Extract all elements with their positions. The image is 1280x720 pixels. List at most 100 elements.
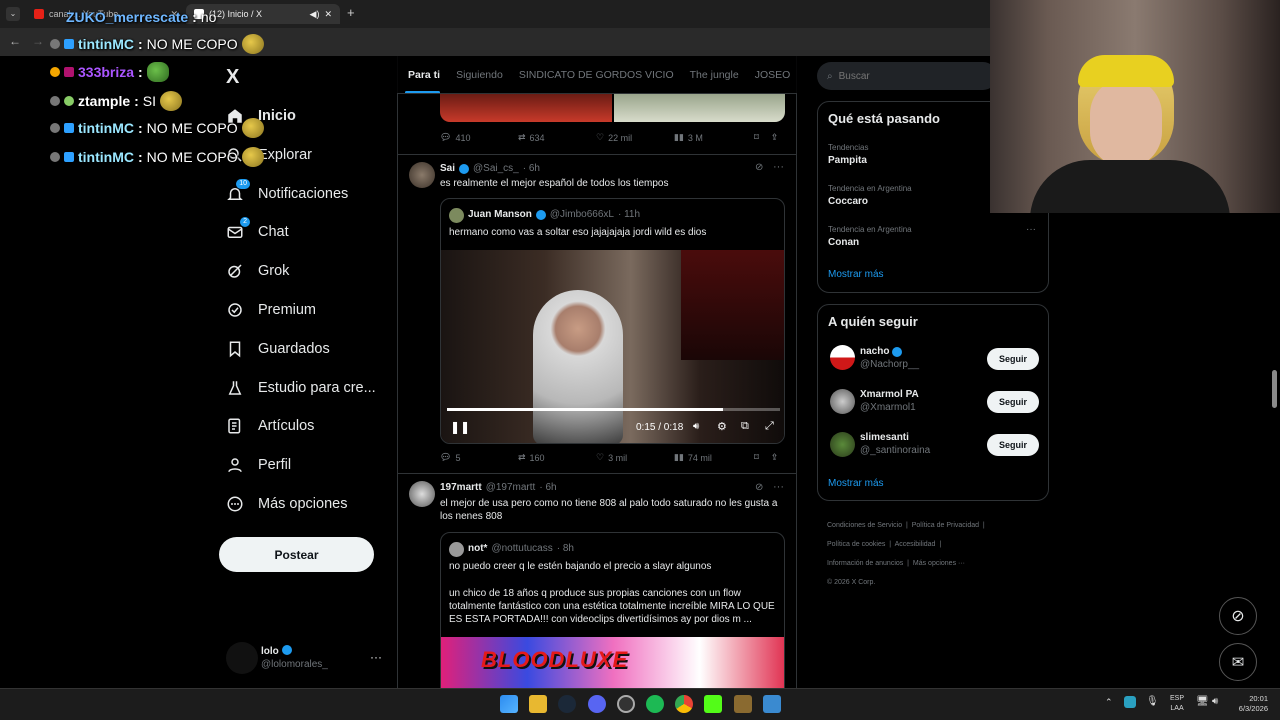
post-button[interactable]: Postear	[219, 537, 374, 572]
tab-joseo[interactable]: JOSEO	[747, 69, 797, 81]
search-box[interactable]: ⌕	[817, 62, 997, 90]
avatar[interactable]	[409, 481, 435, 507]
trend-item[interactable]: Tendencia en Argentina Coccaro	[828, 184, 912, 207]
tab-siguiendo[interactable]: Siguiendo	[448, 69, 511, 81]
views-button[interactable]: ▮▮ 3 M	[674, 132, 754, 143]
post-menu-icon[interactable]: ···	[773, 161, 784, 173]
quoted-post[interactable]: Juan Manson @Jimbo666xL · 11h hermano co…	[440, 198, 785, 444]
account-name[interactable]: lolo	[261, 645, 292, 657]
language-indicator[interactable]: ESP LAA	[1170, 694, 1184, 714]
tab-the-jungle[interactable]: The jungle	[682, 69, 747, 81]
tab-sindicato[interactable]: SINDICATO DE GORDOS VICIO	[511, 69, 682, 81]
follow-button[interactable]: Seguir	[987, 348, 1039, 370]
close-icon[interactable]: ✕	[324, 9, 332, 20]
share-button[interactable]: ⇪	[771, 132, 779, 143]
trend-menu-icon[interactable]: ···	[1026, 224, 1036, 235]
speaker-icon[interactable]: ◀)	[310, 9, 320, 20]
windows-start-icon[interactable]	[500, 695, 518, 713]
account-avatar[interactable]	[226, 642, 258, 674]
views-button[interactable]: ▮▮ 74 mil	[674, 452, 754, 463]
avatar[interactable]	[830, 345, 855, 370]
pause-button[interactable]: ❚❚	[450, 420, 470, 434]
messages-float-button[interactable]: ✉	[1219, 643, 1257, 681]
tray-app-icon[interactable]	[1124, 696, 1136, 708]
show-more-follow-link[interactable]: Mostrar más	[828, 478, 884, 489]
sidebar-item-mas-opciones[interactable]: Más opciones	[226, 490, 347, 518]
account-menu-icon[interactable]: ···	[370, 650, 382, 664]
like-button[interactable]: ♡ 22 mil	[596, 132, 674, 143]
sidebar-item-grok[interactable]: Grok	[226, 257, 289, 285]
volume-icon[interactable]: 🔊︎	[1212, 696, 1218, 707]
video-progress-track[interactable]	[447, 408, 780, 411]
follow-suggestion[interactable]: Xmarmol PA @Xmarmol1	[860, 389, 919, 413]
sidebar-item-notificaciones[interactable]: 10 Notificaciones	[226, 179, 348, 208]
settings-icon[interactable]: ⚙	[717, 420, 727, 433]
footer-link[interactable]: Política de Privacidad	[912, 522, 979, 529]
sidebar-item-perfil[interactable]: Perfil	[226, 451, 291, 479]
notepad-icon[interactable]	[763, 695, 781, 713]
clock[interactable]: 20:01 6/3/2026	[1236, 694, 1268, 714]
tab-list-chevron-icon[interactable]: ⌄	[6, 7, 20, 21]
grok-float-button[interactable]: ⊘	[1219, 597, 1257, 635]
sidebar-item-chat[interactable]: 2 Chat	[226, 217, 289, 246]
follow-button[interactable]: Seguir	[987, 434, 1039, 456]
footer-link[interactable]: Información de anuncios	[827, 560, 903, 567]
avatar[interactable]	[830, 432, 855, 457]
post-handle[interactable]: @Sai_cs_	[473, 163, 519, 174]
network-icon[interactable]: 🖥︎	[1196, 696, 1209, 707]
follow-suggestion[interactable]: nacho @Nachorp__	[860, 346, 919, 370]
follow-suggestion[interactable]: slimesanti @_santinoraina	[860, 432, 930, 456]
app-icon[interactable]	[734, 695, 752, 713]
pip-icon[interactable]: ⧉	[741, 420, 749, 433]
repost-button[interactable]: ⇄ 160	[518, 452, 596, 463]
trend-item[interactable]: Tendencias Pampita	[828, 143, 868, 166]
footer-link[interactable]: Accesibilidad	[895, 541, 936, 548]
sidebar-item-estudio[interactable]: Estudio para cre...	[226, 374, 376, 402]
search-input[interactable]	[838, 70, 979, 82]
fullscreen-icon[interactable]: ⤢	[765, 420, 774, 433]
file-explorer-icon[interactable]	[529, 695, 547, 713]
sidebar-item-articulos[interactable]: Artículos	[226, 412, 314, 440]
footer-link[interactable]: Más opciones ···	[913, 560, 965, 567]
steam-icon[interactable]	[558, 695, 576, 713]
grok-icon[interactable]: ⊘	[755, 482, 763, 493]
kick-icon[interactable]	[704, 695, 722, 713]
back-icon[interactable]: ←	[9, 34, 21, 48]
reply-button[interactable]: 💬︎ 5	[440, 452, 518, 463]
footer-link[interactable]: Condiciones de Servicio	[827, 522, 902, 529]
post-author[interactable]: 197martt	[440, 482, 482, 493]
microphone-icon[interactable]: 🎙︎	[1146, 696, 1159, 707]
spotify-icon[interactable]	[646, 695, 664, 713]
app-icon[interactable]	[617, 695, 635, 713]
x-logo[interactable]: X	[226, 66, 239, 89]
discord-icon[interactable]	[588, 695, 606, 713]
trend-item[interactable]: Tendencia en Argentina Conan	[828, 225, 912, 248]
chrome-icon[interactable]	[675, 695, 693, 713]
quoted-post[interactable]: not* @nottutucass · 8h no puedo creer q …	[440, 532, 785, 702]
like-button[interactable]: ♡ 3 mil	[596, 452, 674, 463]
show-more-trends-link[interactable]: Mostrar más	[828, 269, 884, 280]
tab-para-ti[interactable]: Para ti	[397, 69, 448, 93]
post-menu-icon[interactable]: ···	[773, 481, 784, 493]
follow-button[interactable]: Seguir	[987, 391, 1039, 413]
avatar[interactable]	[830, 389, 855, 414]
post-handle[interactable]: @197martt	[486, 482, 536, 493]
new-tab-button[interactable]: +	[347, 5, 355, 20]
footer-link[interactable]: Política de cookies	[827, 541, 885, 548]
scrollbar-thumb[interactable]	[1272, 370, 1277, 408]
reply-button[interactable]: 💬︎ 410	[440, 132, 518, 143]
tray-chevron-icon[interactable]: ⌃	[1105, 697, 1113, 708]
sidebar-item-guardados[interactable]: Guardados	[226, 335, 330, 363]
bookmark-button[interactable]: ⌑	[754, 132, 759, 143]
forward-icon[interactable]: →	[32, 34, 44, 48]
volume-icon[interactable]: 🔊︎	[693, 421, 699, 432]
video-player[interactable]: ❚❚ 0:15 / 0:18 🔊︎ ⚙ ⧉ ⤢	[441, 250, 784, 443]
post-media[interactable]	[440, 94, 785, 122]
post-author[interactable]: Sai	[440, 163, 455, 174]
repost-button[interactable]: ⇄ 634	[518, 132, 596, 143]
sidebar-item-premium[interactable]: Premium	[226, 296, 316, 324]
avatar[interactable]	[409, 162, 435, 188]
share-button[interactable]: ⇪	[771, 452, 779, 463]
bookmark-button[interactable]: ⌑	[754, 452, 759, 463]
grok-icon[interactable]: ⊘	[755, 162, 763, 173]
